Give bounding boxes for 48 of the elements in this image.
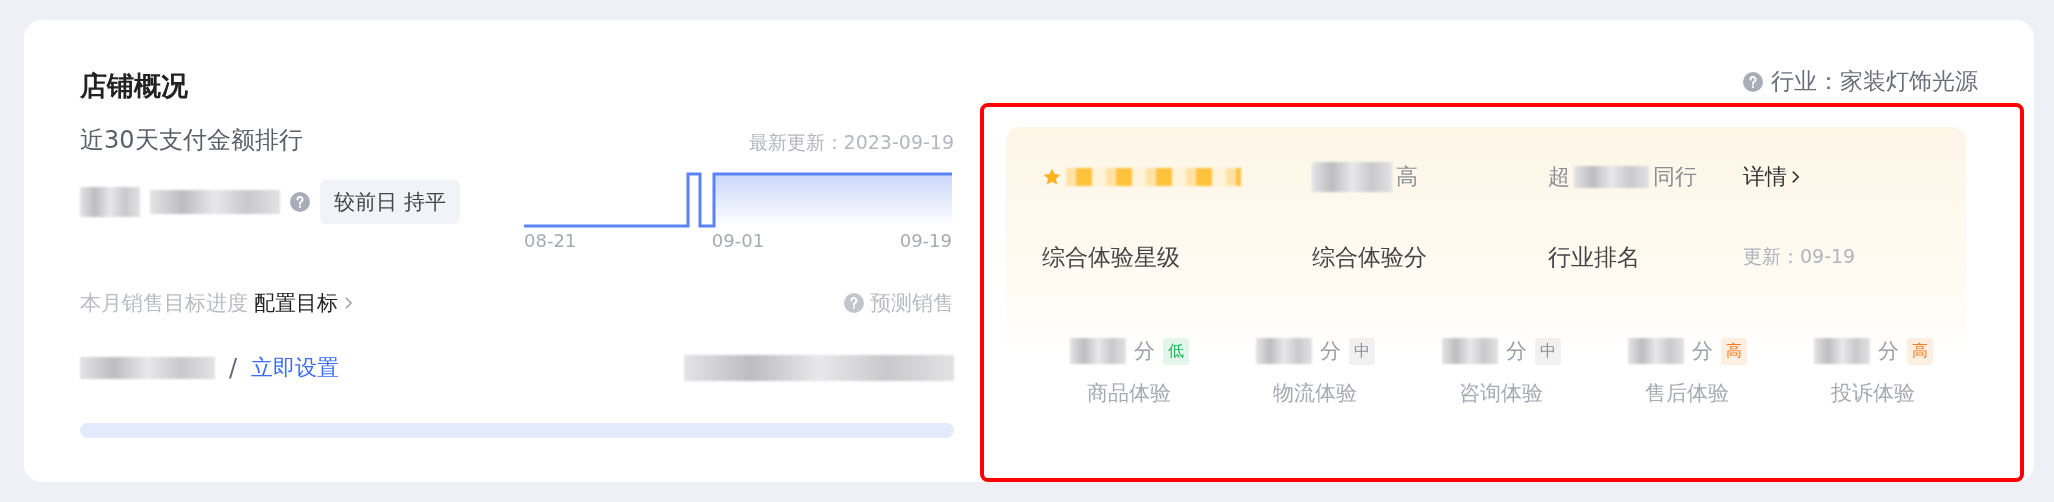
level-tag: 高: [1720, 337, 1747, 365]
unit-text: 分: [1877, 338, 1899, 365]
industry-label: 行业：家装灯饰光源: [1771, 67, 1978, 96]
separator-text: /: [229, 354, 238, 382]
unit-text: 分: [1691, 338, 1713, 365]
experience-name: 商品体验: [1087, 380, 1171, 407]
help-icon[interactable]: [844, 293, 864, 313]
level-tag: 高: [1906, 337, 1933, 365]
update-time: 更新：09-19: [1743, 244, 1857, 269]
compare-badge: 较前日 持平: [320, 180, 460, 224]
level-tag: 中: [1348, 337, 1375, 365]
metric-label: 综合体验星级: [1042, 242, 1181, 272]
rank-prefix-text: 超: [1548, 163, 1570, 191]
experience-name: 售后体验: [1645, 380, 1729, 407]
forecast-label: 预测销售: [870, 290, 954, 317]
details-link[interactable]: 详情: [1743, 162, 1787, 192]
redacted-text: [1069, 338, 1126, 364]
rank-suffix-text: 同行: [1653, 163, 1697, 191]
level-tag: 中: [1534, 337, 1561, 365]
score-level-text: 高: [1396, 163, 1418, 191]
target-label: 本月销售目标进度: [80, 290, 248, 317]
experience-name: 投诉体验: [1831, 380, 1915, 407]
axis-label: 08-21: [524, 230, 577, 251]
unit-text: 分: [1133, 338, 1155, 365]
metric-label: 综合体验分: [1312, 242, 1428, 272]
update-time: 最新更新：2023-09-19: [748, 130, 954, 155]
redacted-text: [1255, 338, 1312, 364]
experience-name: 物流体验: [1273, 380, 1357, 407]
experience-name: 咨询体验: [1459, 380, 1543, 407]
redacted-text: [1813, 338, 1870, 364]
redacted-text: [80, 187, 140, 217]
unit-text: 分: [1319, 338, 1341, 365]
level-tag: 低: [1162, 337, 1189, 365]
help-icon[interactable]: [290, 192, 310, 212]
unit-text: 分: [1505, 338, 1527, 365]
redacted-text: [1627, 338, 1684, 364]
configure-target-link[interactable]: 配置目标: [254, 289, 338, 317]
metric-label: 行业排名: [1548, 242, 1641, 272]
redacted-text: [1441, 338, 1498, 364]
help-icon[interactable]: [1743, 71, 1763, 92]
set-now-link[interactable]: 立即设置: [251, 353, 340, 383]
ranking-title: 近30天支付金额排行: [80, 125, 303, 156]
axis-label: 09-19: [899, 230, 952, 251]
chevron-right-icon: [344, 296, 353, 310]
chevron-right-icon: [1791, 169, 1800, 185]
star-icon: [1042, 167, 1062, 187]
axis-label: 09-01: [711, 230, 765, 251]
card-title: 店铺概况: [80, 69, 189, 103]
